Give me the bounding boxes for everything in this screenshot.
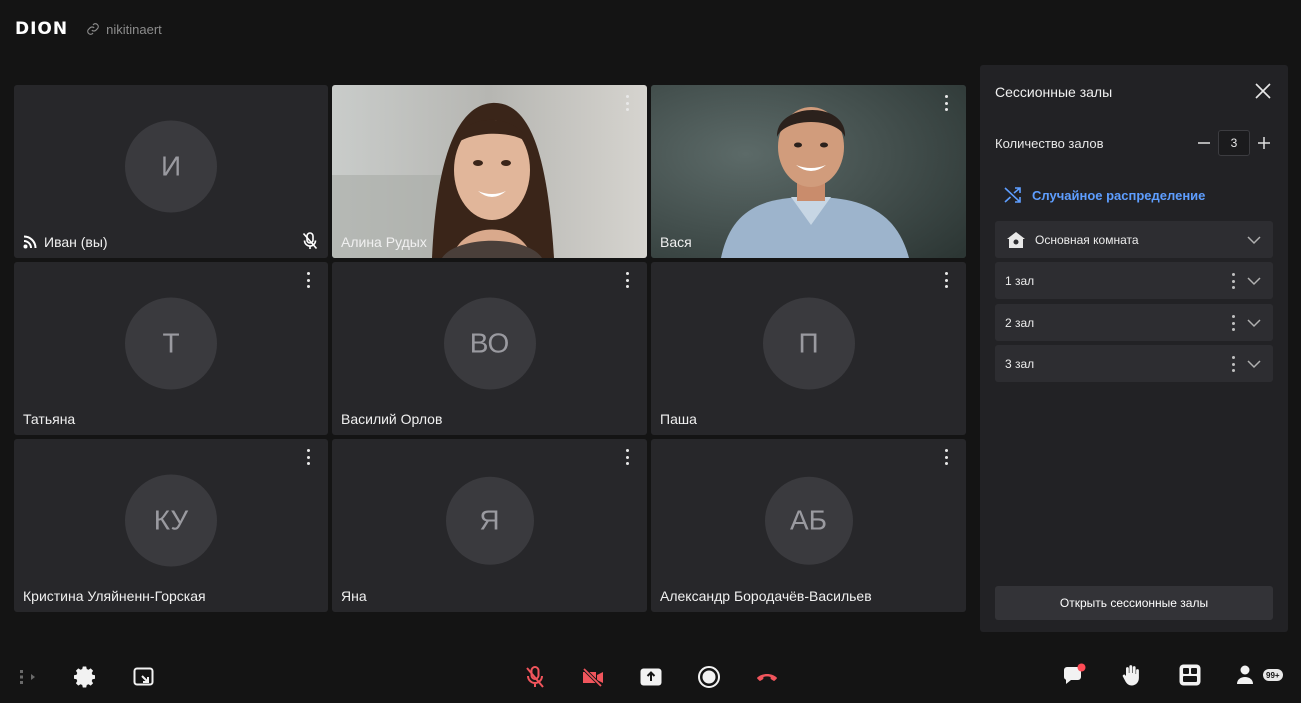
participant-name: Василий Орлов xyxy=(341,411,443,427)
raise-hand-button[interactable] xyxy=(1118,662,1144,688)
mic-off-icon xyxy=(302,232,318,250)
tile-menu-button[interactable] xyxy=(619,448,635,466)
participant-tile[interactable]: Вася xyxy=(651,85,966,258)
chevron-down-icon[interactable] xyxy=(1247,274,1261,288)
layout-button[interactable] xyxy=(1177,662,1203,688)
plus-icon xyxy=(1258,137,1270,149)
participant-tile[interactable]: П Паша xyxy=(651,262,966,435)
participant-tile[interactable]: Я Яна xyxy=(332,439,647,612)
gear-icon xyxy=(74,666,95,688)
room-menu-button[interactable] xyxy=(1231,273,1235,289)
mic-off-icon xyxy=(526,666,544,688)
app-logo: DION xyxy=(15,19,69,39)
room-link-text: nikitinaert xyxy=(106,21,162,37)
sidebar-collapse-icon xyxy=(20,670,35,684)
record-button[interactable] xyxy=(696,664,722,690)
top-bar: DION nikitinaert xyxy=(15,18,162,40)
rooms-count-label: Количество залов xyxy=(995,136,1104,151)
room-label: 2 зал xyxy=(1005,315,1035,330)
rooms-count-stepper: 3 xyxy=(1196,130,1272,156)
open-breakout-rooms-button[interactable]: Открыть сессионные залы xyxy=(995,586,1273,620)
room-row[interactable]: 3 зал xyxy=(995,345,1273,382)
panel-title: Сессионные залы xyxy=(995,84,1113,100)
camera-toggle[interactable] xyxy=(580,664,606,690)
room-label: 1 зал xyxy=(1005,273,1035,288)
participant-tile[interactable]: Алина Рудых xyxy=(332,85,647,258)
avatar: И xyxy=(125,119,217,212)
participants-grid: И Иван (вы) Алина Рудых Вася Т Татьяна В… xyxy=(14,85,966,613)
participant-name: Алина Рудых xyxy=(341,234,427,250)
room-row[interactable]: 2 зал xyxy=(995,304,1273,341)
avatar: ВО xyxy=(443,296,536,389)
tile-menu-button[interactable] xyxy=(619,94,635,112)
tile-menu-button[interactable] xyxy=(300,448,316,466)
avatar: КУ xyxy=(125,473,217,566)
room-link[interactable]: nikitinaert xyxy=(86,22,162,37)
avatar: АБ xyxy=(764,476,853,565)
participant-tile[interactable]: АБ Александр Бородачёв-Васильев xyxy=(651,439,966,612)
avatar: П xyxy=(762,296,855,389)
settings-button[interactable] xyxy=(73,664,99,690)
room-label: 3 зал xyxy=(1005,356,1035,371)
participants-button[interactable] xyxy=(1235,662,1261,688)
room-menu-button[interactable] xyxy=(1231,315,1235,331)
random-distribution-button[interactable]: Случайное распределение xyxy=(1004,186,1205,204)
rooms-count-input[interactable]: 3 xyxy=(1218,130,1250,156)
participant-name: Иван (вы) xyxy=(23,234,108,250)
chevron-down-icon[interactable] xyxy=(1247,233,1261,247)
record-icon xyxy=(698,666,720,688)
increment-button[interactable] xyxy=(1256,135,1272,151)
avatar: Т xyxy=(125,296,217,389)
link-icon xyxy=(87,23,99,35)
layout-icon xyxy=(1179,664,1201,686)
share-screen-button[interactable] xyxy=(638,664,664,690)
decrement-button[interactable] xyxy=(1196,135,1212,151)
participant-name: Кристина Уляйненн-Горская xyxy=(23,588,206,604)
tile-menu-button[interactable] xyxy=(300,271,316,289)
participant-tile[interactable]: Т Татьяна xyxy=(14,262,328,435)
close-icon[interactable] xyxy=(1254,82,1272,100)
video-feed xyxy=(651,85,966,258)
participant-name: Александр Бородачёв-Васильев xyxy=(660,588,872,604)
microphone-toggle[interactable] xyxy=(522,664,548,690)
tile-menu-button[interactable] xyxy=(619,271,635,289)
participant-name: Паша xyxy=(660,411,697,427)
chevron-down-icon[interactable] xyxy=(1247,316,1261,330)
participant-name: Яна xyxy=(341,588,367,604)
room-label: Основная комната xyxy=(1035,232,1139,247)
random-distribution-label: Случайное распределение xyxy=(1032,187,1206,203)
chat-button[interactable] xyxy=(1061,662,1087,688)
collapse-panel-button[interactable] xyxy=(16,664,42,690)
room-row[interactable]: 1 зал xyxy=(995,262,1273,299)
participant-name: Татьяна xyxy=(23,411,76,427)
participant-tile[interactable]: КУ Кристина Уляйненн-Горская xyxy=(14,439,328,612)
tile-menu-button[interactable] xyxy=(938,448,954,466)
chat-icon xyxy=(1064,663,1086,684)
minus-icon xyxy=(1198,142,1210,144)
room-menu-button[interactable] xyxy=(1231,356,1235,372)
hand-icon xyxy=(1122,665,1139,686)
participants-count-badge: 99+ xyxy=(1263,669,1283,681)
house-icon xyxy=(1007,231,1025,248)
shuffle-icon xyxy=(1004,187,1021,203)
picture-in-picture-button[interactable] xyxy=(131,664,157,690)
main-room-row[interactable]: Основная комната xyxy=(995,221,1273,258)
participant-name-text: Иван (вы) xyxy=(44,234,108,250)
leave-call-button[interactable] xyxy=(754,664,780,690)
hang-up-icon xyxy=(757,674,777,681)
pip-icon xyxy=(133,667,154,686)
share-screen-icon xyxy=(640,668,662,686)
participants-icon xyxy=(1237,665,1253,684)
chevron-down-icon[interactable] xyxy=(1247,357,1261,371)
broadcast-icon xyxy=(23,235,37,249)
tile-menu-button[interactable] xyxy=(938,94,954,112)
breakout-rooms-panel: Сессионные залы Количество залов 3 Случа… xyxy=(980,65,1288,632)
video-feed xyxy=(332,85,647,258)
avatar: Я xyxy=(445,476,534,565)
participant-tile[interactable]: ВО Василий Орлов xyxy=(332,262,647,435)
camera-off-icon xyxy=(581,666,604,689)
tile-menu-button[interactable] xyxy=(938,271,954,289)
participant-name: Вася xyxy=(660,234,692,250)
participant-tile[interactable]: И Иван (вы) xyxy=(14,85,328,258)
